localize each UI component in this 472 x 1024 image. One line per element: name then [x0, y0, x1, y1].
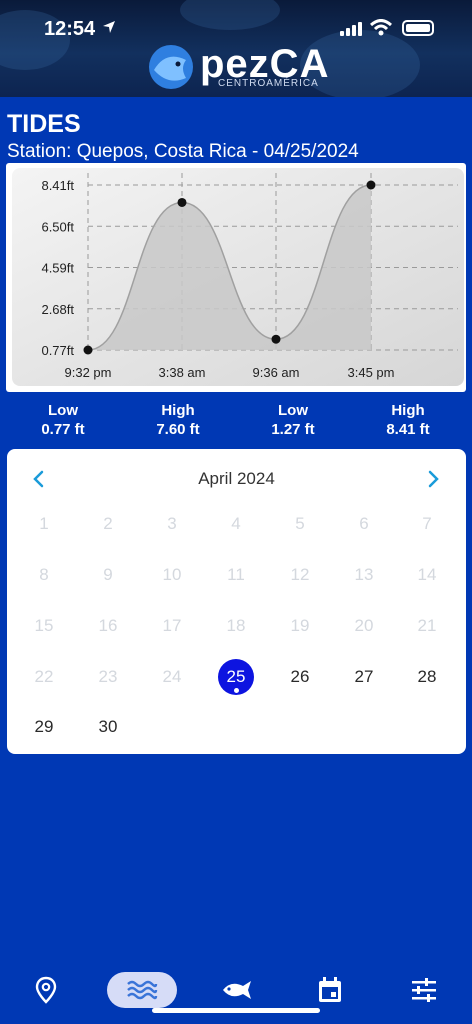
y-tick-label: 6.50ft — [41, 219, 74, 234]
calendar-day: 8 — [39, 565, 49, 584]
tide-summary-item: High 8.41 ft — [353, 402, 463, 438]
tide-summary-item: Low 0.77 ft — [8, 402, 118, 438]
tide-point — [271, 334, 281, 344]
calendar-day: 11 — [227, 565, 245, 584]
x-tick-label: 3:45 pm — [348, 365, 395, 380]
y-tick-label: 4.59ft — [41, 261, 74, 276]
tide-point — [177, 197, 187, 207]
home-indicator — [152, 1008, 320, 1013]
bottom-tab-bar — [0, 960, 472, 1024]
calendar-day: 22 — [34, 667, 54, 686]
calendar-day: 18 — [226, 616, 246, 635]
app-header: 12:54 pezCA CENTROAMÉRICA — [0, 0, 472, 97]
calendar-day: 7 — [422, 514, 432, 533]
calendar-day[interactable]: 28 — [407, 659, 447, 695]
tide-height: 8.41 ft — [386, 421, 430, 438]
tide-chart-svg: 8.41ft 6.50ft 4.59ft 2.68ft 0.77ft 9:32 pm 3:… — [12, 168, 464, 386]
tide-type: High — [161, 402, 195, 419]
station-label: Station: Quepos, Costa Rica - 04/25/2024 — [7, 141, 359, 162]
calendar-day: 6 — [359, 514, 369, 533]
waves-icon[interactable] — [107, 972, 177, 1008]
tide-summary-item: Low 1.27 ft — [238, 402, 348, 438]
chart-background — [12, 168, 464, 386]
brand-subtitle: CENTROAMÉRICA — [218, 78, 319, 89]
x-tick-label: 3:38 am — [159, 365, 206, 380]
calendar-day: 13 — [354, 565, 374, 584]
tide-height: 1.27 ft — [271, 421, 315, 438]
calendar-day: 21 — [417, 616, 437, 635]
chevron-right-icon[interactable] — [425, 467, 441, 498]
calendar-day: 23 — [98, 667, 118, 686]
tide-summary-item: High 7.60 ft — [123, 402, 233, 438]
calendar-day: 5 — [295, 514, 305, 533]
tide-type: Low — [48, 402, 78, 419]
location-arrow-icon — [102, 20, 116, 38]
tide-type: Low — [278, 402, 308, 419]
calendar-day: 9 — [103, 565, 113, 584]
tide-point — [83, 345, 93, 355]
y-tick-label: 2.68ft — [41, 302, 74, 317]
calendar-day: 1 — [39, 514, 49, 533]
wifi-icon — [369, 19, 393, 42]
calendar-month: April 2024 — [198, 469, 275, 488]
calendar-day[interactable]: 27 — [344, 659, 384, 695]
calendar: April 2024 1 2 3 4 5 6 7 8 9 10 11 12 13 14 15 16 17 18 19… — [7, 449, 466, 754]
battery-icon — [402, 20, 434, 36]
app-logo: pezCA CENTROAMÉRICA — [146, 40, 346, 94]
y-tick-label: 8.41ft — [41, 178, 74, 193]
calendar-day: 10 — [162, 565, 182, 584]
cellular-signal-icon — [340, 22, 364, 41]
calendar-day: 12 — [290, 565, 310, 584]
fish-icon[interactable] — [216, 972, 256, 1008]
calendar-day: 20 — [354, 616, 374, 635]
tide-point — [366, 180, 376, 190]
tide-height: 7.60 ft — [156, 421, 200, 438]
calendar-day: 15 — [34, 616, 54, 635]
status-time: 12:54 — [44, 18, 96, 40]
calendar-day[interactable]: 30 — [88, 709, 128, 745]
fish-logo-icon — [149, 45, 193, 89]
calendar-day: 3 — [167, 514, 177, 533]
calendar-day: 17 — [162, 616, 182, 635]
location-pin-icon[interactable] — [26, 972, 66, 1008]
page-title: TIDES — [7, 110, 81, 138]
y-tick-label: 0.77ft — [41, 343, 74, 358]
calendar-day-selected[interactable]: 25 — [216, 659, 256, 695]
calendar-icon[interactable] — [310, 972, 350, 1008]
calendar-day: 4 — [231, 514, 241, 533]
tide-chart: 8.41ft 6.50ft 4.59ft 2.68ft 0.77ft 9:32 pm 3:… — [6, 163, 466, 392]
calendar-day: 2 — [103, 514, 113, 533]
calendar-day: 19 — [290, 616, 310, 635]
tide-summary: Low 0.77 ft High 7.60 ft Low 1.27 ft Hig… — [0, 402, 472, 442]
calendar-day[interactable]: 29 — [24, 709, 64, 745]
sliders-icon[interactable] — [404, 972, 444, 1008]
tide-height: 0.77 ft — [41, 421, 85, 438]
calendar-day[interactable]: 26 — [280, 659, 320, 695]
x-tick-label: 9:36 am — [253, 365, 300, 380]
calendar-day: 14 — [417, 565, 437, 584]
x-tick-label: 9:32 pm — [65, 365, 112, 380]
calendar-day: 16 — [98, 616, 118, 635]
calendar-day: 24 — [162, 667, 182, 686]
tide-type: High — [391, 402, 425, 419]
